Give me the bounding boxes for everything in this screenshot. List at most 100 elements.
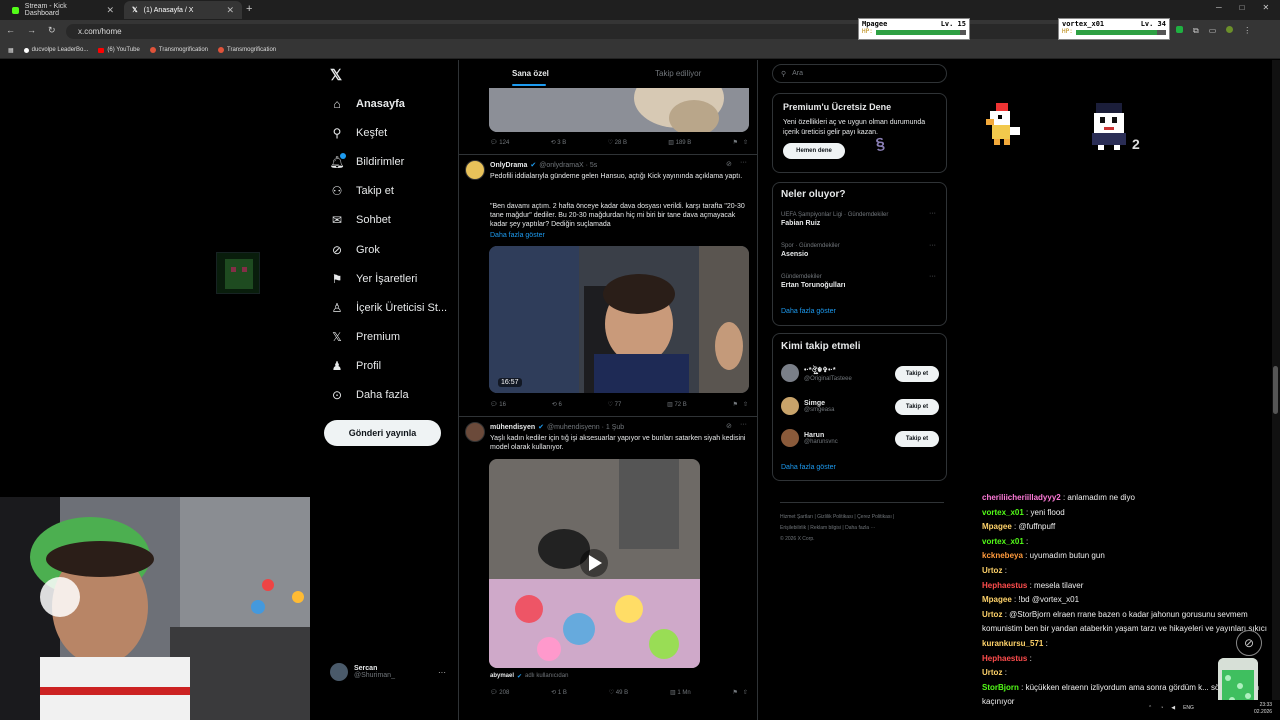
like-button[interactable]: ♡ 49 B <box>609 689 628 696</box>
menu-icon[interactable]: ⋮ <box>1243 26 1251 36</box>
taskbar: ⌃ ◔ ◀ ENG 23:33 02.2026 <box>1120 700 1280 720</box>
tab-kick-dashboard[interactable]: Stream - Kick Dashboard ✕ <box>4 1 122 19</box>
retweet-button[interactable]: ⟲ 1 B <box>551 689 567 696</box>
tweet-video[interactable] <box>489 459 700 668</box>
views-button[interactable]: ▥ 189 B <box>668 139 691 146</box>
reply-button[interactable]: 💬︎ 208 <box>490 689 509 696</box>
more-dots-icon[interactable]: ··· <box>740 159 747 166</box>
follow-button[interactable]: Takip et <box>895 399 939 415</box>
avatar[interactable] <box>465 160 485 180</box>
sidebar-item-home[interactable]: ⌂ Anasayfa <box>330 97 405 111</box>
post-button[interactable]: Gönderi yayınla <box>324 420 441 446</box>
minimize-icon[interactable]: ─ <box>1216 3 1222 12</box>
tab-for-you[interactable]: Sana özel <box>512 69 549 78</box>
account-switcher[interactable]: Sercan @Shuriman_ <box>330 663 395 681</box>
tab-following[interactable]: Takip ediliyor <box>655 69 701 78</box>
sidebar-item-profile[interactable]: ♟ Profil <box>330 359 381 373</box>
trend-item[interactable]: Gündemdekiler Ertan Torunoğulları <box>781 274 941 289</box>
maximize-icon[interactable]: □ <box>1240 3 1245 12</box>
chat-message: Hephaestus : mesela tilaver <box>982 580 1084 590</box>
sidebar-item-premium[interactable]: 𝕏 Premium <box>330 330 400 344</box>
bookmark-item[interactable]: Transmogrification <box>149 47 208 53</box>
more-dots-icon[interactable]: ··· <box>929 242 936 249</box>
trends-show-more[interactable]: Daha fazla göster <box>781 308 836 315</box>
bell-icon: 🔔︎ <box>329 153 346 169</box>
more-dots-icon[interactable]: ··· <box>929 273 936 280</box>
bookmark-item[interactable]: ducvolpe LeaderBo... <box>23 47 88 53</box>
new-tab-icon[interactable]: + <box>246 3 252 15</box>
sidebar-item-follow[interactable]: ⚇ Takip et <box>330 184 394 198</box>
sidebar-item-grok[interactable]: ⊘ Grok <box>330 243 380 257</box>
show-more-link[interactable]: Daha fazla göster <box>490 232 545 239</box>
tray-icons: ⌃ ◔ ◀ ENG <box>1148 705 1194 711</box>
url-field[interactable]: x.com/home <box>66 24 1166 39</box>
pixel-sprite-bird <box>984 103 1026 147</box>
chat-message: kurankursu_571 : <box>982 638 1048 648</box>
more-dots-icon[interactable]: ··· <box>438 668 446 677</box>
chevron-up-icon[interactable]: ⌃ <box>1148 705 1152 711</box>
extension-icon[interactable] <box>1176 26 1183 33</box>
like-button[interactable]: ♡ 77 <box>608 401 622 408</box>
tweet-actions: 💬︎ 124 ⟲ 3 B ♡ 28 B ▥ 189 B ⚑ ⇧ <box>490 139 748 146</box>
premium-try-button[interactable]: Hemen dene <box>783 143 845 159</box>
follow-show-more[interactable]: Daha fazla göster <box>781 464 836 471</box>
forward-icon[interactable]: → <box>27 25 36 36</box>
volume-icon[interactable]: ◀ <box>1171 705 1175 711</box>
profile-avatar-icon[interactable] <box>1226 26 1234 33</box>
bookmark-item[interactable]: Transmogrification <box>218 47 276 53</box>
search-box[interactable]: ⚲ Ara <box>772 64 947 83</box>
sidebar-item-notifications[interactable]: 🔔︎ Bildirimler <box>329 153 404 169</box>
puzzle-icon[interactable]: ⧉ <box>1193 26 1199 36</box>
bookmark-item[interactable]: (6) YouTube <box>98 47 140 53</box>
reply-button[interactable]: 💬︎ 16 <box>490 401 506 408</box>
follow-button[interactable]: Takip et <box>895 366 939 382</box>
hp-bar <box>875 30 960 35</box>
grok-icon[interactable]: ⊘ <box>726 160 732 168</box>
bookmark-share[interactable]: ⚑ ⇧ <box>733 139 748 146</box>
verified-icon: ✔ <box>538 424 544 431</box>
apps-icon[interactable]: ▦ <box>8 47 14 54</box>
clock[interactable]: 23:33 02.2026 <box>1254 702 1272 716</box>
trend-item[interactable]: UEFA Şampiyonlar Ligi · Gündemdekiler Fa… <box>781 212 941 227</box>
grok-icon[interactable]: ⊘ <box>1236 630 1262 656</box>
tweet-video[interactable] <box>489 246 749 393</box>
tweet-media[interactable] <box>489 88 749 132</box>
sidebar-item-creator-studio[interactable]: ♙ İçerik Üreticisi St... <box>330 301 447 315</box>
wifi-icon[interactable]: ◔ <box>1160 705 1163 711</box>
tab-x-home[interactable]: 𝕏 (1) Anasayfa / X ✕ <box>124 1 242 19</box>
views-button[interactable]: ▥ 72 B <box>667 401 687 408</box>
sidebar-item-bookmarks[interactable]: ⚑ Yer İşaretleri <box>330 272 418 286</box>
bookmark-share[interactable]: ⚑ ⇧ <box>733 689 748 696</box>
reload-icon[interactable]: ↻ <box>48 25 56 36</box>
more-dots-icon[interactable]: ··· <box>740 421 747 428</box>
trend-item[interactable]: Spor · Gündemdekiler Asensio <box>781 243 941 258</box>
sidebar-item-explore[interactable]: ⚲ Keşfet <box>330 126 388 140</box>
reply-button[interactable]: 💬︎ 124 <box>490 139 509 146</box>
x-logo-icon[interactable]: 𝕏 <box>330 66 342 84</box>
language-indicator[interactable]: ENG <box>1183 705 1194 711</box>
follow-suggestion[interactable]: Harun @harunsvnc <box>781 429 838 447</box>
search-input[interactable]: Ara <box>792 70 803 77</box>
like-button[interactable]: ♡ 28 B <box>608 139 627 146</box>
retweet-button[interactable]: ⟲ 6 <box>552 401 562 408</box>
views-button[interactable]: ▥ 1 Mn <box>670 689 691 696</box>
grok-icon[interactable]: ⊘ <box>726 422 732 430</box>
follow-suggestion[interactable]: •·*ঔৣ☬✞•·* @OriginalTasteee <box>781 364 852 382</box>
follow-button[interactable]: Takip et <box>895 431 939 447</box>
avatar[interactable] <box>465 422 485 442</box>
close-window-icon[interactable]: ✕ <box>1263 3 1270 12</box>
follow-suggestion[interactable]: Simge @smgeasa <box>781 397 834 415</box>
close-icon[interactable]: ✕ <box>106 5 114 16</box>
more-dots-icon[interactable]: ··· <box>929 210 936 217</box>
sprite-count: 2 <box>1132 136 1140 152</box>
sidepanel-icon[interactable]: ▭ <box>1209 26 1217 36</box>
sidebar-item-messages[interactable]: ✉ Sohbet <box>330 213 391 227</box>
sidebar-item-more[interactable]: ⊙ Daha fazla <box>330 388 409 402</box>
close-icon[interactable]: ✕ <box>226 5 234 16</box>
retweet-button[interactable]: ⟲ 3 B <box>551 139 567 146</box>
scrollbar-thumb[interactable] <box>1273 366 1278 414</box>
back-icon[interactable]: ← <box>6 25 15 36</box>
bookmark-share[interactable]: ⚑ ⇧ <box>733 401 748 408</box>
chat-message: Mpagee : @fuffnpuff <box>982 522 1056 532</box>
youtube-icon <box>98 47 105 53</box>
